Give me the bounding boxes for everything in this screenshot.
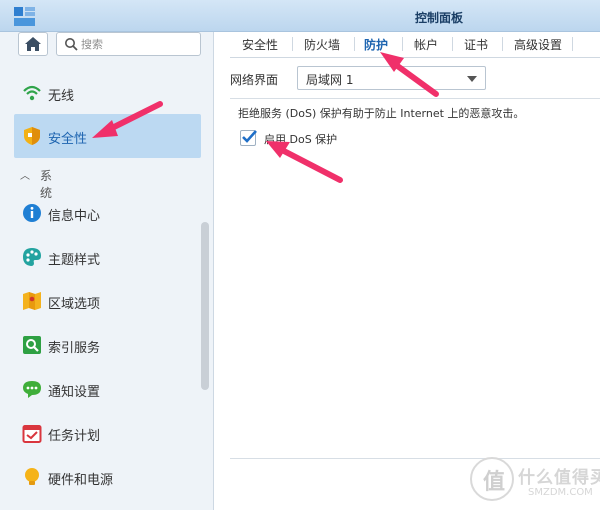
sidebar-item-label: 主题样式: [48, 253, 101, 268]
tab-protection[interactable]: 防护: [360, 36, 392, 56]
tab-divider: [502, 37, 503, 51]
tab-divider: [572, 37, 573, 51]
sidebar-item-label: 信息中心: [48, 209, 101, 224]
control-panel-icon: [14, 7, 36, 27]
divider: [230, 98, 600, 99]
network-interface-label: 网络界面: [230, 73, 279, 87]
tab-advanced[interactable]: 高级设置: [510, 36, 566, 56]
sidebar-item-hardware-power[interactable]: 硬件和电源: [14, 458, 201, 496]
watermark-url: SMZDM.COM: [528, 487, 593, 498]
tab-certificate[interactable]: 证书: [460, 36, 492, 56]
home-icon: [25, 37, 41, 51]
sidebar: 无线 安全性 ︿ 系统 信息中心 主题样式: [0, 32, 214, 510]
sidebar-item-wireless[interactable]: 无线: [14, 74, 201, 112]
tab-account[interactable]: 帐户: [410, 36, 442, 56]
sidebar-item-task-scheduler[interactable]: 任务计划: [14, 414, 201, 452]
calendar-icon: [22, 425, 42, 443]
title-bar: 控制面板: [0, 0, 600, 32]
lightbulb-icon: [25, 468, 39, 485]
checkmark-icon: [242, 130, 257, 143]
network-interface-select[interactable]: 局域网 1: [297, 66, 486, 90]
sidebar-item-label: 索引服务: [48, 341, 101, 356]
wifi-icon: [23, 85, 41, 101]
search-icon: [65, 38, 78, 51]
chevron-up-icon: ︿: [20, 171, 30, 182]
watermark-logo-icon: 值: [470, 457, 514, 501]
sidebar-item-regional-options[interactable]: 区域选项: [14, 282, 201, 320]
index-search-icon: [23, 336, 41, 354]
sidebar-item-notifications[interactable]: 通知设置: [14, 370, 201, 408]
map-icon: [23, 292, 41, 310]
sidebar-item-label: 区域选项: [48, 297, 101, 312]
sidebar-item-label: 无线: [48, 89, 75, 104]
sidebar-item-security[interactable]: 安全性: [14, 114, 201, 158]
tab-divider: [354, 37, 355, 51]
search-box[interactable]: [56, 32, 201, 56]
window-title: 控制面板: [415, 11, 464, 25]
tab-firewall[interactable]: 防火墙: [300, 36, 344, 56]
home-button[interactable]: [18, 32, 48, 56]
sidebar-item-label: 通知设置: [48, 385, 101, 400]
sidebar-item-label: 任务计划: [48, 429, 101, 444]
watermark: 值 什么值得买 SMZDM.COM: [470, 455, 600, 510]
watermark-text: 什么值得买: [518, 468, 600, 488]
shield-icon: [24, 127, 40, 145]
dos-protection-checkbox[interactable]: [240, 130, 257, 146]
sidebar-item-info-center[interactable]: 信息中心: [14, 194, 201, 232]
tab-divider: [292, 37, 293, 51]
sidebar-item-label: 硬件和电源: [48, 473, 114, 488]
palette-icon: [23, 248, 41, 266]
info-icon: [23, 204, 41, 222]
tab-bar: 安全性 防火墙 防护 帐户 证书 高级设置: [230, 32, 600, 58]
chat-bubble-icon: [23, 381, 41, 398]
network-interface-value: 局域网 1: [306, 73, 354, 87]
dos-description: 拒绝服务 (DoS) 保护有助于防止 Internet 上的恶意攻击。: [238, 107, 525, 120]
tab-security[interactable]: 安全性: [238, 36, 282, 56]
dos-protection-label: 启用 DoS 保护: [264, 133, 338, 146]
tab-divider: [452, 37, 453, 51]
sidebar-scrollbar[interactable]: [201, 222, 209, 390]
dropdown-caret-icon: [467, 76, 477, 82]
search-input[interactable]: [81, 36, 196, 52]
sidebar-item-label: 安全性: [48, 132, 88, 147]
sidebar-item-indexing-service[interactable]: 索引服务: [14, 326, 201, 364]
sidebar-item-theme[interactable]: 主题样式: [14, 238, 201, 276]
tab-divider: [402, 37, 403, 51]
